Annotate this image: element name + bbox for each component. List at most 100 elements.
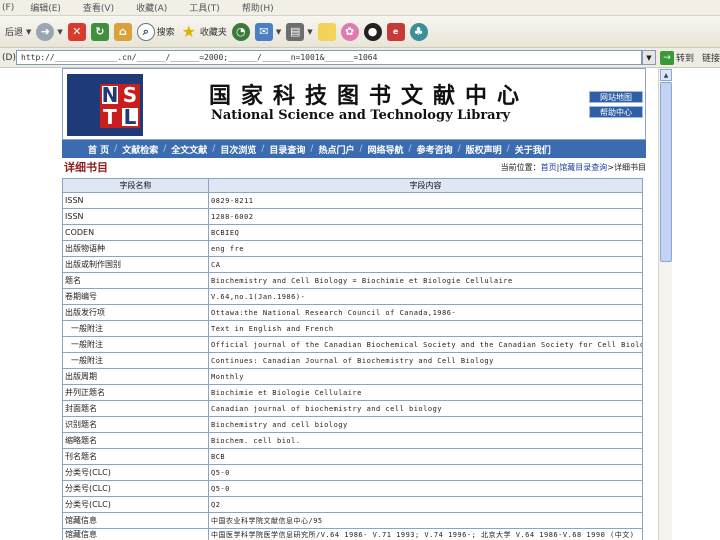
go-button[interactable]: → 转到	[659, 50, 694, 65]
field-value-cell: 0829-8211	[208, 192, 643, 209]
field-name-cell: 封面题名	[62, 400, 209, 417]
links-button[interactable]: 链接	[702, 51, 720, 64]
field-value-cell: 中国农业科学院文献信息中心/95	[208, 512, 643, 529]
table-row: 出版周期 Monthly	[62, 368, 643, 385]
menu-view[interactable]: 查看(V)	[81, 1, 114, 14]
url-dropdown-icon[interactable]: ▼	[641, 50, 656, 65]
address-label: (D)	[2, 52, 16, 63]
url-input[interactable]: http://_____________.cn/______/______=20…	[16, 50, 642, 65]
scroll-thumb[interactable]	[660, 82, 672, 262]
site-banner: N S T L 国家科技图书文献中心 National Science and …	[62, 68, 646, 140]
back-label: 后退	[5, 28, 24, 38]
help-center-link[interactable]: 帮助中心	[589, 106, 643, 118]
breadcrumb-home-link[interactable]: 首页	[541, 163, 557, 172]
logo-letter-s: S	[120, 83, 140, 107]
field-value-cell: 中国医学科学院医学信息研究所/V.64 1986- V.71 1993; V.7…	[208, 528, 643, 540]
browser-toolbar: 后退 ▼ ➜ ▼ ✕ ↻ ⌂ ⌕ 搜索 ★ 收藏夹 ◔ ✉ ▼ ▤ ▼ ✿ ● …	[0, 16, 720, 48]
site-title-cn: 国家科技图书文献中心	[209, 83, 530, 109]
field-value-cell: Canadian journal of biochemistry and cel…	[208, 400, 643, 417]
mail-button[interactable]: ✉ ▼	[254, 22, 281, 41]
edit-button[interactable]	[317, 22, 336, 41]
search-button[interactable]: ⌕ 搜索	[136, 22, 175, 41]
field-name-cell: 一般附注	[62, 352, 209, 369]
flower-button[interactable]: ✿	[340, 22, 359, 41]
back-dropdown-icon[interactable]: ▼	[26, 28, 31, 36]
messenger-icon: ♣	[409, 22, 428, 41]
print-dropdown-icon[interactable]: ▼	[307, 28, 312, 36]
nav-about[interactable]: 关于我们	[515, 143, 551, 156]
favorites-label: 收藏夹	[199, 28, 227, 38]
field-name-cell: 识别题名	[62, 416, 209, 433]
forward-dropdown-icon[interactable]: ▼	[57, 28, 62, 36]
menu-help[interactable]: 帮助(H)	[240, 1, 274, 14]
field-value-cell: Biochemistry and Cell Biology = Biochimi…	[208, 272, 643, 289]
table-row: 一般附注 Continues: Canadian Journal of Bioch…	[62, 352, 643, 369]
field-name-cell: 刊名题名	[62, 448, 209, 465]
field-name-cell: 馆藏信息	[62, 528, 209, 540]
nav-literature-search[interactable]: 文献检索	[122, 143, 158, 156]
nav-separator: /	[359, 144, 363, 154]
nav-separator: /	[114, 144, 118, 154]
mail-dropdown-icon[interactable]: ▼	[276, 28, 281, 36]
nav-separator: /	[457, 144, 461, 154]
field-name-cell: 馆藏信息	[62, 512, 209, 529]
history-button[interactable]: ◔	[231, 22, 250, 41]
menu-file[interactable]: (F)	[0, 3, 14, 13]
field-name-cell: 并列正题名	[62, 384, 209, 401]
table-row: 题名 Biochemistry and Cell Biology = Biochi…	[62, 272, 643, 289]
nav-separator: /	[163, 144, 167, 154]
field-value-cell: Continues: Canadian Journal of Biochemis…	[208, 352, 643, 369]
nav-home[interactable]: 首 页	[88, 143, 109, 156]
table-row: 识别题名 Biochemistry and cell biology	[62, 416, 643, 433]
ebay-icon: e	[386, 22, 405, 41]
field-name-cell: 出版物语种	[62, 240, 209, 257]
home-button[interactable]: ⌂	[113, 22, 132, 41]
nav-reference[interactable]: 参考咨询	[417, 143, 453, 156]
table-body: ISSN 0829-8211 ISSN 1208-6002 CODEN BCBIEQ 出版物…	[62, 192, 643, 540]
page-viewport: N S T L 国家科技图书文献中心 National Science and …	[0, 68, 658, 540]
main-nav: 首 页 / 文献检索 / 全文文献 / 目次浏览 / 目录查询 / 热点门户 /…	[62, 140, 646, 158]
forward-button[interactable]: ➜ ▼	[36, 22, 63, 41]
ebay-button[interactable]: e	[386, 22, 405, 41]
table-row: 缩略题名 Biochem. cell biol.	[62, 432, 643, 449]
table-row: 分类号(CLC) Q5-0	[62, 480, 643, 497]
table-row: CODEN BCBIEQ	[62, 224, 643, 241]
breadcrumb-catalog-link[interactable]: 馆藏目录查询	[559, 163, 607, 172]
breadcrumb: 当前位置：首页|馆藏目录查询>详细书目	[501, 162, 646, 173]
field-name-cell: 出版周期	[62, 368, 209, 385]
back-button[interactable]: 后退 ▼	[3, 25, 31, 39]
messenger-button[interactable]: ♣	[409, 22, 428, 41]
table-row: 一般附注 Official journal of the Canadian Bio…	[62, 336, 643, 353]
stop-icon: ✕	[67, 22, 86, 41]
field-name-cell: 分类号(CLC)	[62, 496, 209, 513]
sitemap-link[interactable]: 网站地图	[589, 91, 643, 103]
menu-favorites[interactable]: 收藏(A)	[134, 1, 167, 14]
field-name-cell: ISSN	[62, 192, 209, 209]
field-name-cell: 分类号(CLC)	[62, 480, 209, 497]
nav-catalog-query[interactable]: 目录查询	[269, 143, 305, 156]
table-row: ISSN 0829-8211	[62, 192, 643, 209]
field-value-cell: Monthly	[208, 368, 643, 385]
go-label: 转到	[675, 54, 694, 64]
nav-copyright[interactable]: 版权声明	[466, 143, 502, 156]
scroll-up-icon[interactable]: ▲	[660, 69, 672, 81]
flower-icon: ✿	[340, 22, 359, 41]
stop-button[interactable]: ✕	[67, 22, 86, 41]
nav-web-guide[interactable]: 网络导航	[368, 143, 404, 156]
vertical-scrollbar[interactable]: ▲	[658, 68, 672, 540]
penguin-icon: ●	[363, 22, 382, 41]
field-name-cell: 出版发行项	[62, 304, 209, 321]
menu-edit[interactable]: 编辑(E)	[28, 1, 61, 14]
home-icon: ⌂	[113, 22, 132, 41]
menu-tools[interactable]: 工具(T)	[187, 1, 220, 14]
nav-fulltext[interactable]: 全文文献	[171, 143, 207, 156]
print-button[interactable]: ▤ ▼	[286, 22, 313, 41]
nav-toc-browse[interactable]: 目次浏览	[220, 143, 256, 156]
nav-separator: /	[212, 144, 216, 154]
refresh-button[interactable]: ↻	[90, 22, 109, 41]
record-detail-table: 字段名称 字段内容 ISSN 0829-8211 ISSN 1208-6002 CODE…	[62, 178, 643, 540]
nav-hot-portal[interactable]: 热点门户	[318, 143, 354, 156]
qq-button[interactable]: ●	[363, 22, 382, 41]
table-row: 出版发行项 Ottawa:the National Research Counci…	[62, 304, 643, 321]
favorites-button[interactable]: ★ 收藏夹	[180, 22, 227, 41]
